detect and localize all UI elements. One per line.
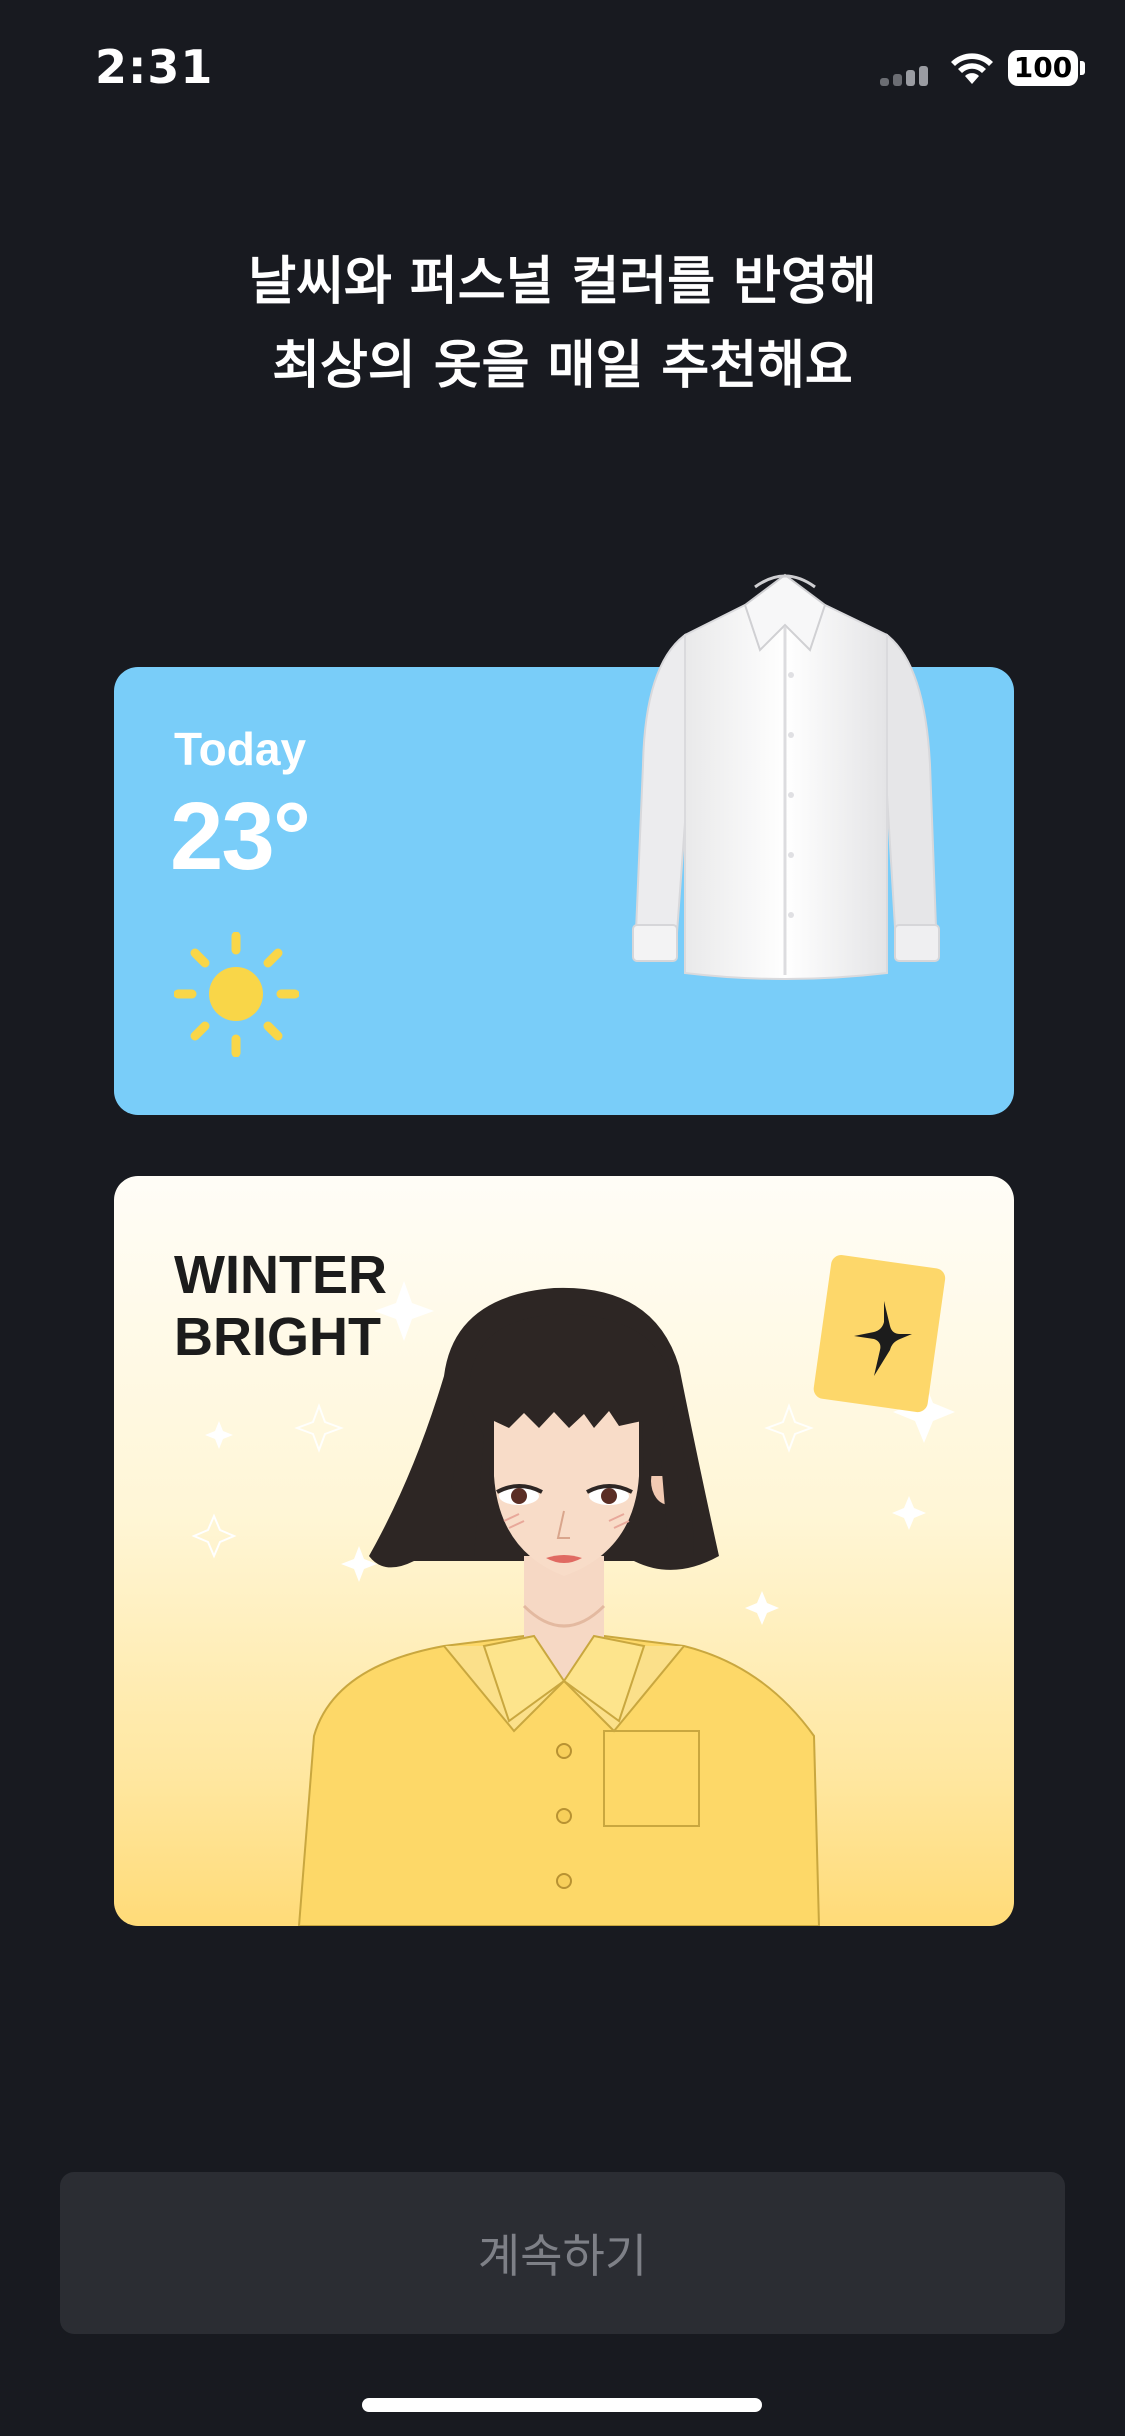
continue-button[interactable]: 계속하기 [60,2172,1065,2334]
status-bar: 2:31 100 [0,0,1125,140]
onboarding-headline: 날씨와 퍼스널 컬러를 반영해 최상의 옷을 매일 추천해요 [0,240,1125,408]
cellular-signal-icon [880,64,934,86]
season-line-1: WINTER [174,1245,387,1305]
battery-cap [1080,61,1085,75]
personal-color-card: WINTER BRIGHT [114,1176,1014,1926]
wifi-icon [951,53,993,84]
status-time: 2:31 [95,40,214,94]
white-shirt-image [632,573,940,980]
home-indicator [362,2398,762,2412]
headline-line-2: 최상의 옷을 매일 추천해요 [272,336,853,396]
sun-icon [174,932,299,1057]
personal-color-season: WINTER BRIGHT [174,1244,387,1368]
season-line-2: BRIGHT [174,1307,381,1367]
weather-temperature: 23° [170,783,311,890]
headline-line-1: 날씨와 퍼스널 컬러를 반영해 [248,252,877,312]
battery-icon: 100 [1008,50,1078,86]
sparkle-badge-icon [813,1255,946,1413]
weather-day-label: Today [174,723,307,775]
